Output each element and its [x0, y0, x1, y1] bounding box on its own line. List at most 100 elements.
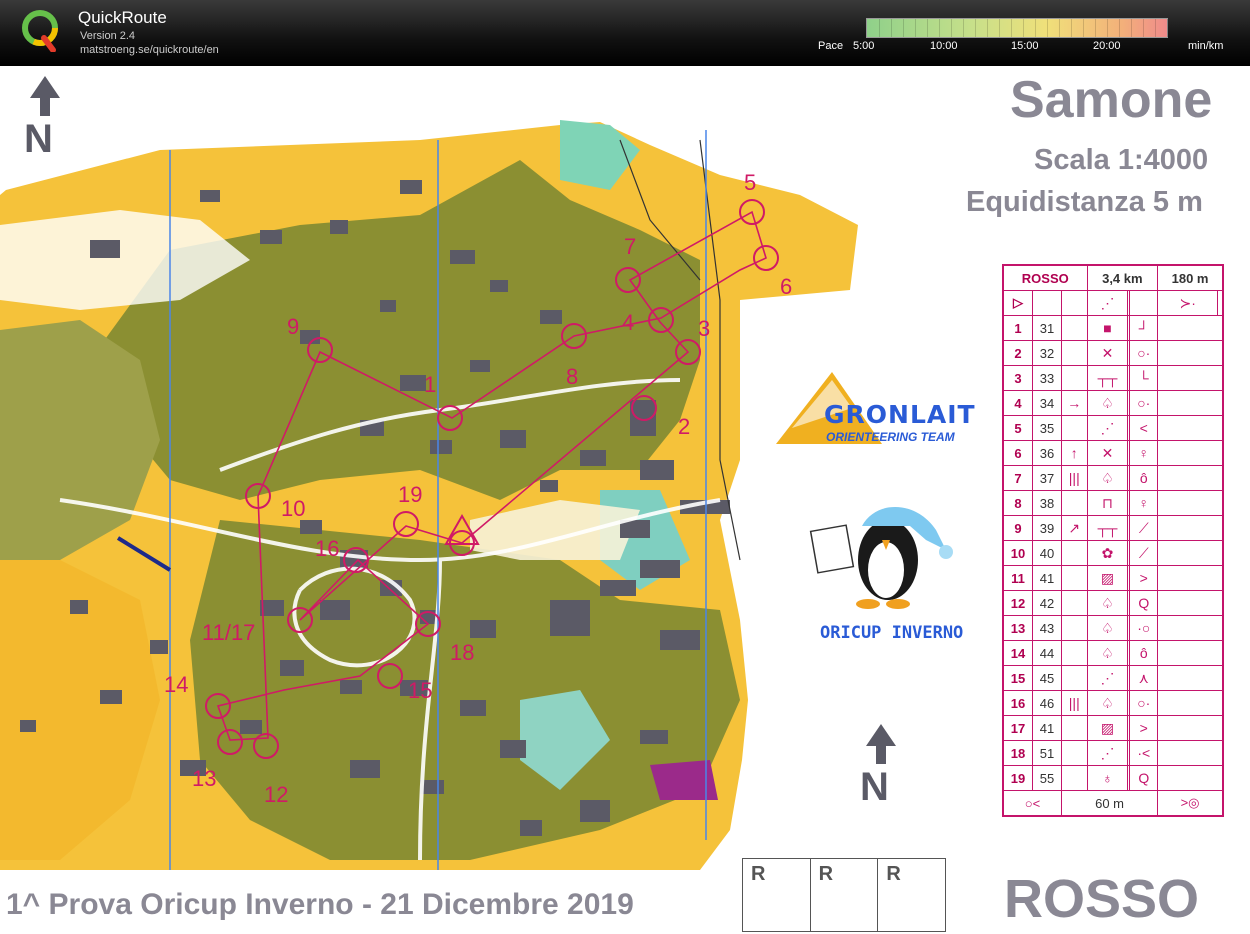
- cd-cell-c4: ♤: [1086, 390, 1129, 416]
- cd-cell-num: 5: [1002, 415, 1033, 441]
- cd-cell-c6: ·<: [1129, 740, 1159, 766]
- cd-cell-c4: ♤: [1086, 640, 1129, 666]
- cd-row: 5 35 ⋰ <: [1002, 415, 1224, 441]
- svg-text:N: N: [24, 117, 53, 156]
- cd-cell-c3: [1061, 740, 1088, 766]
- cd-cell-num: 19: [1002, 765, 1033, 791]
- cd-cell-code: 40: [1032, 540, 1062, 566]
- cd-footer-distance: 60 m: [1060, 790, 1159, 817]
- cd-cell-c6: ô: [1129, 640, 1159, 666]
- cd-cell-code: 32: [1032, 340, 1062, 366]
- cd-cell-code: 35: [1032, 415, 1062, 441]
- control-label-16: 16: [315, 536, 340, 561]
- cd-cell-num: 11: [1002, 565, 1033, 591]
- cd-cell-c7: [1157, 665, 1224, 691]
- cd-row: 6 36 ↑ ✕ ♀: [1002, 440, 1224, 466]
- cd-cell-num: 2: [1002, 340, 1033, 366]
- course-name-large: ROSSO: [1004, 869, 1200, 929]
- cd-cell-code: 36: [1032, 440, 1062, 466]
- cd-cell-c6: <: [1129, 415, 1159, 441]
- reserve-box-1: R: [743, 859, 811, 931]
- finish-circle-icon: >◎: [1157, 790, 1224, 817]
- cd-length: 3,4 km: [1086, 264, 1159, 291]
- cd-cell-c4: ⋰: [1086, 665, 1129, 691]
- cd-cell-code: 41: [1032, 715, 1062, 741]
- control-label-6: 6: [780, 274, 793, 299]
- control-description-table: ROSSO 3,4 km 180 m ▷ ⋰ ≻· 1 31 ■ ┘ 2 32 ✕ ○· 3 33…: [1002, 264, 1224, 817]
- cd-cell-num: 10: [1002, 540, 1033, 566]
- cd-cell-code: 37: [1032, 465, 1062, 491]
- cd-cell-c7: [1157, 415, 1224, 441]
- cd-course: ROSSO: [1002, 264, 1088, 291]
- control-label-13: 13: [192, 766, 217, 791]
- cd-header-row: ROSSO 3,4 km 180 m: [1002, 264, 1224, 291]
- cd-cell-c4: ⋰: [1086, 740, 1129, 766]
- pace-unit: min/km: [1188, 40, 1224, 52]
- pace-tick-1: 5:00: [853, 40, 875, 52]
- cd-cell-c7: [1157, 690, 1224, 716]
- finish-start-icon: ○<: [1002, 790, 1062, 817]
- map-scale: Scala 1:4000: [1034, 144, 1209, 176]
- cd-footer-row: ○< 60 m >◎: [1002, 790, 1224, 817]
- control-label-3: 3: [698, 316, 711, 341]
- cd-cell-code: 45: [1032, 665, 1062, 691]
- event-footer: 1^ Prova Oricup Inverno - 21 Dicembre 20…: [6, 888, 634, 921]
- cd-cell-c7: [1157, 315, 1224, 341]
- control-label-11-17: 11/17: [202, 620, 256, 645]
- cd-cell-c6: ⟋: [1129, 540, 1159, 566]
- cd-cell-c6: ┘: [1129, 315, 1159, 341]
- cd-cell-c4: ♤: [1086, 615, 1129, 641]
- control-label-15: 15: [408, 678, 433, 703]
- control-label-10: 10: [281, 496, 306, 521]
- cd-cell-c7: [1157, 490, 1224, 516]
- cd-cell-code: 41: [1032, 565, 1062, 591]
- cd-cell-code: 43: [1032, 615, 1062, 641]
- cd-cell-c4: ♤: [1086, 690, 1129, 716]
- cd-cell-c3: [1061, 615, 1088, 641]
- cd-cell-c4: ♤: [1086, 465, 1129, 491]
- cd-start-row: ▷ ⋰ ≻·: [1002, 290, 1224, 316]
- cd-cell-c7: [1157, 590, 1224, 616]
- cd-cell-c3: [1061, 715, 1088, 741]
- control-label-7: 7: [624, 234, 637, 259]
- control-label-1: 1: [424, 372, 437, 397]
- cd-cell-num: 8: [1002, 490, 1033, 516]
- cd-cell-num: 18: [1002, 740, 1033, 766]
- cd-row: 3 33 ┬┬ └: [1002, 365, 1224, 391]
- svg-text:N: N: [860, 765, 889, 804]
- control-label-18: 18: [450, 640, 475, 665]
- reserve-boxes: R R R: [742, 858, 946, 932]
- cd-cell-c6: >: [1129, 715, 1159, 741]
- cd-cell-c3: [1061, 315, 1088, 341]
- cd-cell-c6: ♀: [1129, 440, 1159, 466]
- slope-icon: ⋰: [1086, 290, 1129, 316]
- cd-cell-num: 12: [1002, 590, 1033, 616]
- cd-cell-c7: [1157, 740, 1224, 766]
- reserve-box-2: R: [811, 859, 879, 931]
- app-url[interactable]: matstroeng.se/quickroute/en: [80, 44, 219, 56]
- cd-cell-num: 3: [1002, 365, 1033, 391]
- cd-cell-code: 55: [1032, 765, 1062, 791]
- cd-cell-code: 42: [1032, 590, 1062, 616]
- cd-cell-c3: [1061, 540, 1088, 566]
- cd-cell-num: 4: [1002, 390, 1033, 416]
- cd-cell-c7: [1157, 340, 1224, 366]
- control-label-8: 8: [566, 364, 579, 389]
- map-equidistance: Equidistanza 5 m: [966, 186, 1203, 218]
- cd-cell-c7: [1157, 615, 1224, 641]
- control-label-12: 12: [264, 782, 289, 807]
- cd-cell-c3: [1061, 415, 1088, 441]
- pace-label: Pace: [818, 40, 844, 52]
- quickroute-logo-icon: [22, 10, 58, 52]
- cd-cell-c3: [1061, 765, 1088, 791]
- cd-cell-c7: [1157, 765, 1224, 791]
- pace-tick-3: 15:00: [1011, 40, 1039, 52]
- cd-row: 14 44 ♤ ô: [1002, 640, 1224, 666]
- pace-tick-2: 10:00: [930, 40, 958, 52]
- cd-cell-c4: ┬┬: [1086, 515, 1129, 541]
- cd-cell-c3: [1061, 340, 1088, 366]
- cd-cell-num: 9: [1002, 515, 1033, 541]
- cd-row: 11 41 ▨ >: [1002, 565, 1224, 591]
- cd-row: 17 41 ▨ >: [1002, 715, 1224, 741]
- cd-cell-c7: [1157, 465, 1224, 491]
